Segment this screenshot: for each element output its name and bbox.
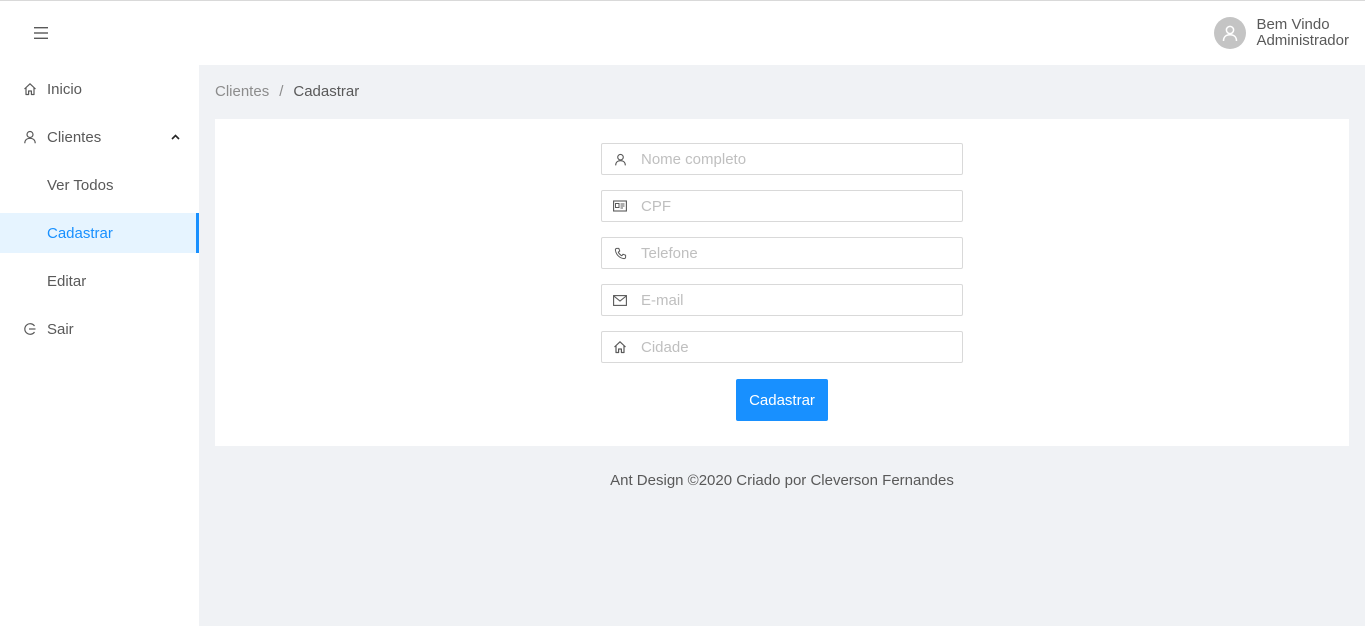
sidebar-item-label: Inicio <box>47 80 83 98</box>
phone-icon <box>613 246 627 260</box>
home-icon <box>22 81 38 97</box>
breadcrumb-separator: / <box>279 83 284 100</box>
cadastrar-button[interactable]: Cadastrar <box>736 379 828 421</box>
chevron-up-icon <box>169 131 181 143</box>
sidebar-item-editar[interactable]: Editar <box>0 261 199 301</box>
user-icon <box>22 129 38 145</box>
user-role: Administrador <box>1256 32 1349 49</box>
sidebar-item-label: Clientes <box>47 128 102 146</box>
home-icon <box>613 340 627 354</box>
breadcrumb: Clientes / Cadastrar <box>215 83 359 100</box>
sidebar-item-label: Sair <box>47 320 74 338</box>
user-menu[interactable]: Bem Vindo Administrador <box>1214 15 1349 51</box>
user-icon <box>613 152 627 166</box>
menu-toggle-button[interactable] <box>31 23 51 43</box>
cpf-field[interactable] <box>601 190 963 222</box>
logout-icon <box>22 321 38 337</box>
sidebar-item-label: Editar <box>47 272 87 290</box>
sidebar-item-ver-todos[interactable]: Ver Todos <box>0 165 199 205</box>
app-header: Bem Vindo Administrador <box>0 1 1365 65</box>
welcome-line: Bem Vindo <box>1256 16 1330 33</box>
sidebar-item-clientes[interactable]: Clientes <box>0 117 199 157</box>
hamburger-icon <box>34 27 48 39</box>
breadcrumb-current: Cadastrar <box>293 83 360 100</box>
email-field[interactable] <box>601 284 963 316</box>
idcard-icon <box>613 199 627 213</box>
sidebar-item-cadastrar[interactable]: Cadastrar <box>0 213 199 253</box>
sidebar: Inicio Clientes Ver Todos Cadastrar Edit… <box>0 65 199 626</box>
nome-field[interactable] <box>601 143 963 175</box>
sidebar-item-inicio[interactable]: Inicio <box>0 69 199 109</box>
avatar <box>1214 17 1247 49</box>
telefone-field[interactable] <box>601 237 963 269</box>
welcome-text: Bem Vindo Administrador <box>1256 17 1349 49</box>
sidebar-item-label: Ver Todos <box>47 176 114 194</box>
sidebar-item-label: Cadastrar <box>47 224 113 242</box>
telefone-input[interactable] <box>641 238 959 268</box>
form-card: Cadastrar <box>215 119 1349 446</box>
avatar-user-icon <box>1223 25 1238 42</box>
nome-input[interactable] <box>641 144 959 174</box>
main-content: Clientes / Cadastrar Nome completo CPF T… <box>199 65 1365 626</box>
breadcrumb-link-clientes[interactable]: Clientes <box>215 83 269 100</box>
footer: Ant Design ©2020 Criado por Cleverson Fe… <box>610 472 954 489</box>
cidade-input[interactable] <box>641 332 959 362</box>
cidade-field[interactable] <box>601 331 963 363</box>
sidebar-item-sair[interactable]: Sair <box>0 309 199 349</box>
email-input[interactable] <box>641 285 959 315</box>
cpf-input[interactable] <box>641 191 959 221</box>
mail-icon <box>613 293 627 307</box>
